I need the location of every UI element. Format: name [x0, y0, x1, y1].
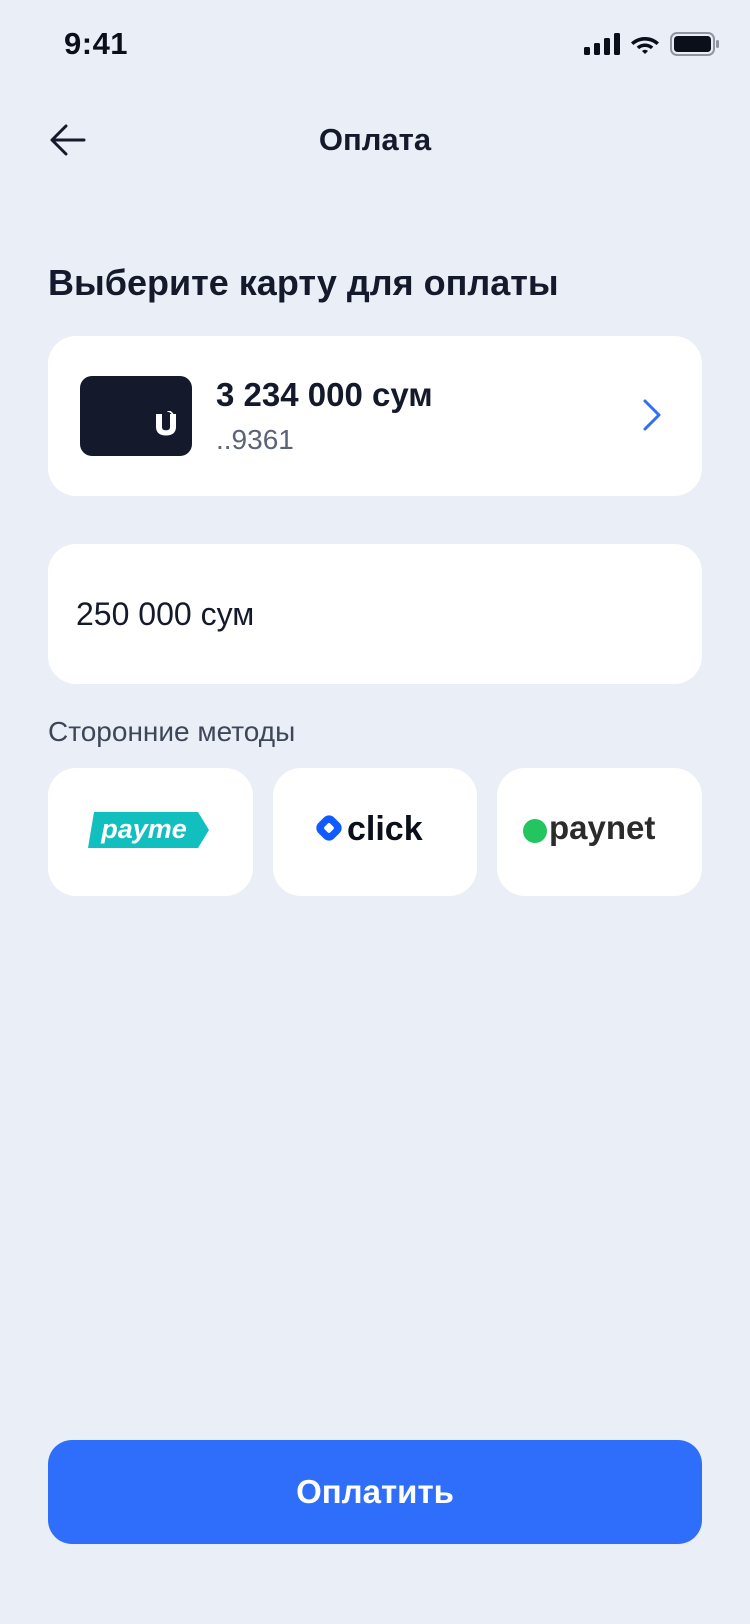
amount-field[interactable] [48, 544, 702, 684]
header: Оплата [0, 100, 750, 180]
status-icons [584, 32, 720, 61]
card-thumbnail [80, 376, 192, 456]
card-balance: 3 234 000 сум [216, 376, 433, 413]
card-number: ..9361 [216, 424, 294, 455]
battery-icon [670, 32, 720, 61]
pay-button[interactable]: Оплатить [48, 1440, 702, 1544]
payme-method[interactable]: payme [48, 768, 253, 896]
svg-text:payme: payme [101, 814, 188, 844]
amount-input[interactable] [76, 544, 674, 684]
status-time: 9:41 [64, 26, 129, 61]
section-title: Выберите карту для оплаты [48, 262, 559, 303]
status-bar: 9:41 [0, 0, 750, 92]
page-title: Оплата [318, 122, 432, 157]
signal-icon [584, 33, 620, 60]
chevron-right-icon [642, 398, 662, 437]
paynet-method[interactable]: paynet [497, 768, 703, 896]
click-logo: click [313, 809, 437, 856]
svg-text:paynet: paynet [549, 809, 655, 846]
paynet-logo: paynet [522, 809, 678, 856]
uzcard-logo-icon [154, 410, 178, 442]
third-party-methods-label: Сторонние методы [48, 716, 296, 747]
card-selector[interactable]: 3 234 000 сум ..9361 [48, 336, 702, 496]
third-party-methods: payme click paynet [48, 768, 703, 896]
click-method[interactable]: click [272, 768, 478, 896]
wifi-icon [630, 33, 660, 60]
payme-logo: payme [88, 809, 212, 856]
svg-text:click: click [347, 810, 423, 848]
